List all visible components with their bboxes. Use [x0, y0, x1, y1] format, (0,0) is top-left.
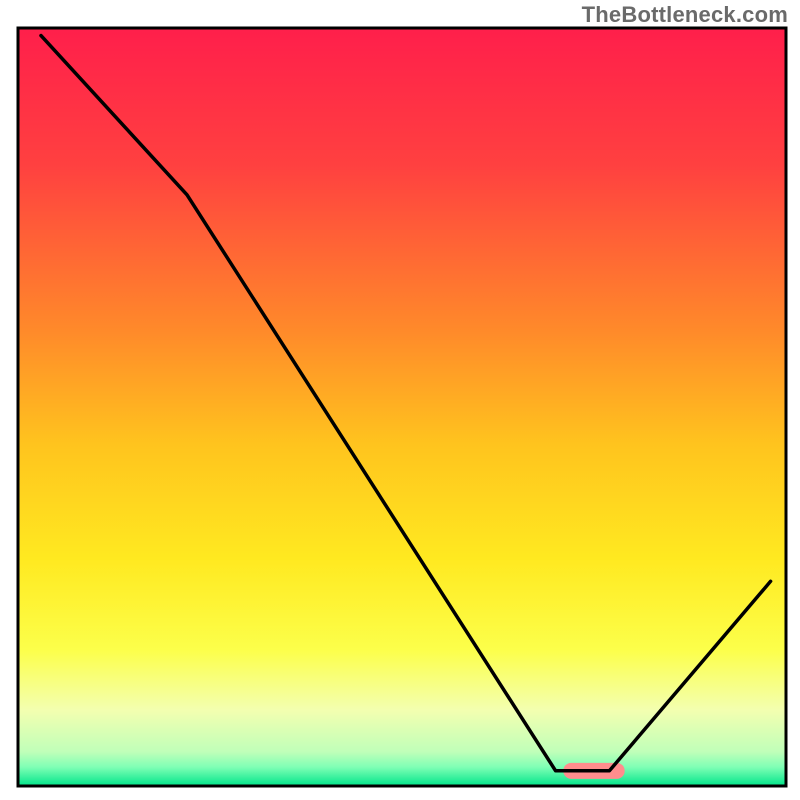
gradient-background: [18, 28, 786, 786]
chart-stage: TheBottleneck.com: [0, 0, 800, 800]
bottleneck-chart: [0, 0, 800, 800]
watermark-text: TheBottleneck.com: [582, 2, 788, 28]
